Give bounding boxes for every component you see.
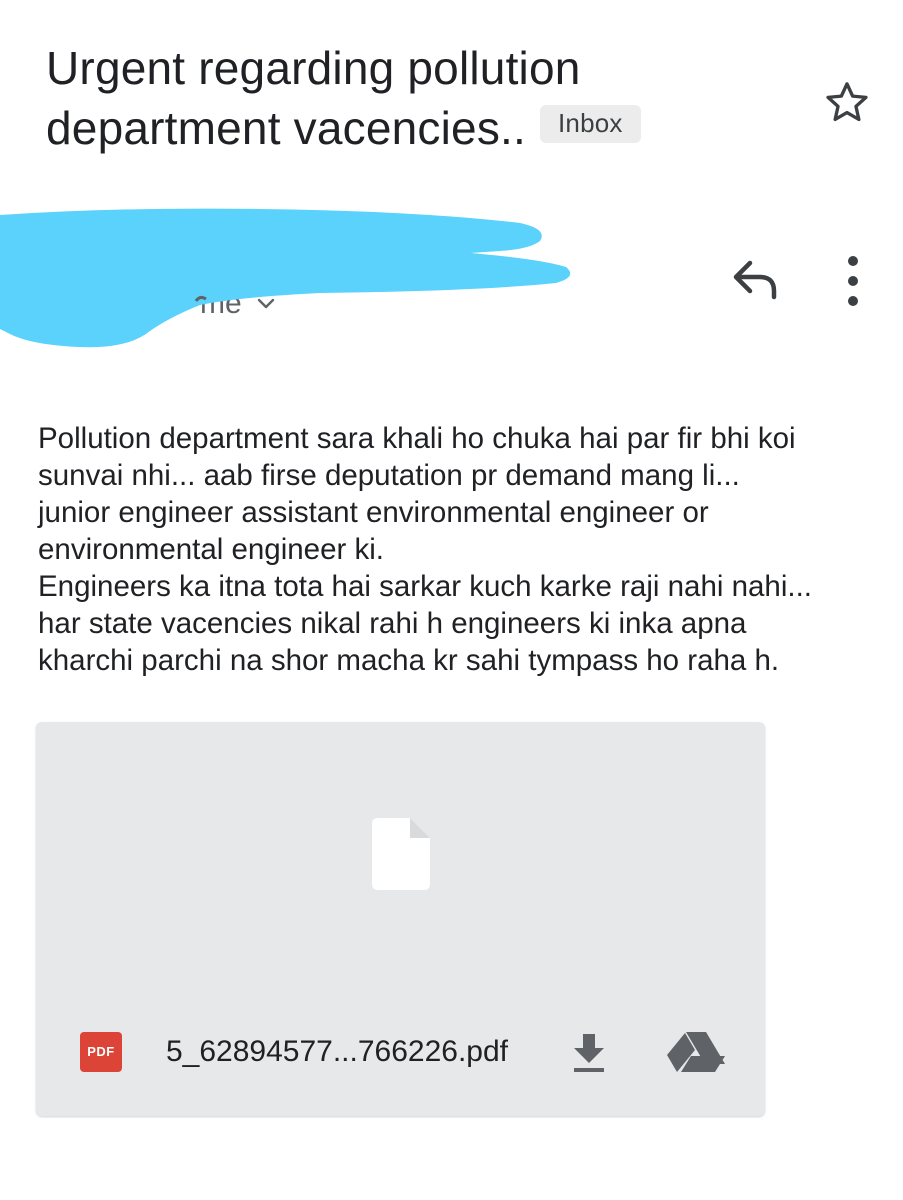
- attachment-file-name: 5_62894577...766226.pdf: [166, 1035, 508, 1068]
- body-line: har state vacencies nikal rahi h enginee…: [38, 607, 747, 640]
- subject-line-1: Urgent regarding pollution: [46, 42, 581, 94]
- attachment-card[interactable]: PDF 5_62894577...766226.pdf: [36, 722, 765, 1116]
- email-view: Urgent regarding pollution department va…: [0, 0, 903, 1200]
- google-drive-icon[interactable]: [666, 1032, 726, 1072]
- body-line: Engineers ka itna tota hai sarkar kuch k…: [38, 570, 812, 603]
- body-line: Pollution department sara khali ho chuka…: [38, 422, 796, 455]
- email-subject: Urgent regarding pollution department va…: [46, 38, 786, 158]
- download-icon[interactable]: [568, 1030, 610, 1074]
- reply-icon[interactable]: [730, 257, 782, 301]
- body-line: kharchi parchi na shor macha kr sahi tym…: [38, 644, 780, 677]
- email-body: Pollution department sara khali ho chuka…: [38, 420, 888, 679]
- body-line: environmental engineer ki.: [38, 533, 385, 566]
- body-line: sunvai nhi... aab firse deputation pr de…: [38, 459, 740, 492]
- redaction-scribble: [0, 208, 571, 348]
- sender-row: me: [0, 205, 903, 355]
- more-vert-icon[interactable]: [836, 253, 870, 309]
- subject-line-2: department vacencies.. Inbox: [46, 98, 786, 158]
- file-icon: [372, 818, 430, 890]
- star-icon[interactable]: [822, 78, 872, 128]
- body-line: junior engineer assistant environmental …: [38, 496, 709, 529]
- pdf-file-type-icon: PDF: [80, 1032, 122, 1072]
- attachment-footer: PDF 5_62894577...766226.pdf: [36, 1022, 765, 1086]
- inbox-label-chip[interactable]: Inbox: [540, 104, 641, 143]
- subject-line-2-text: department vacencies..: [46, 102, 526, 154]
